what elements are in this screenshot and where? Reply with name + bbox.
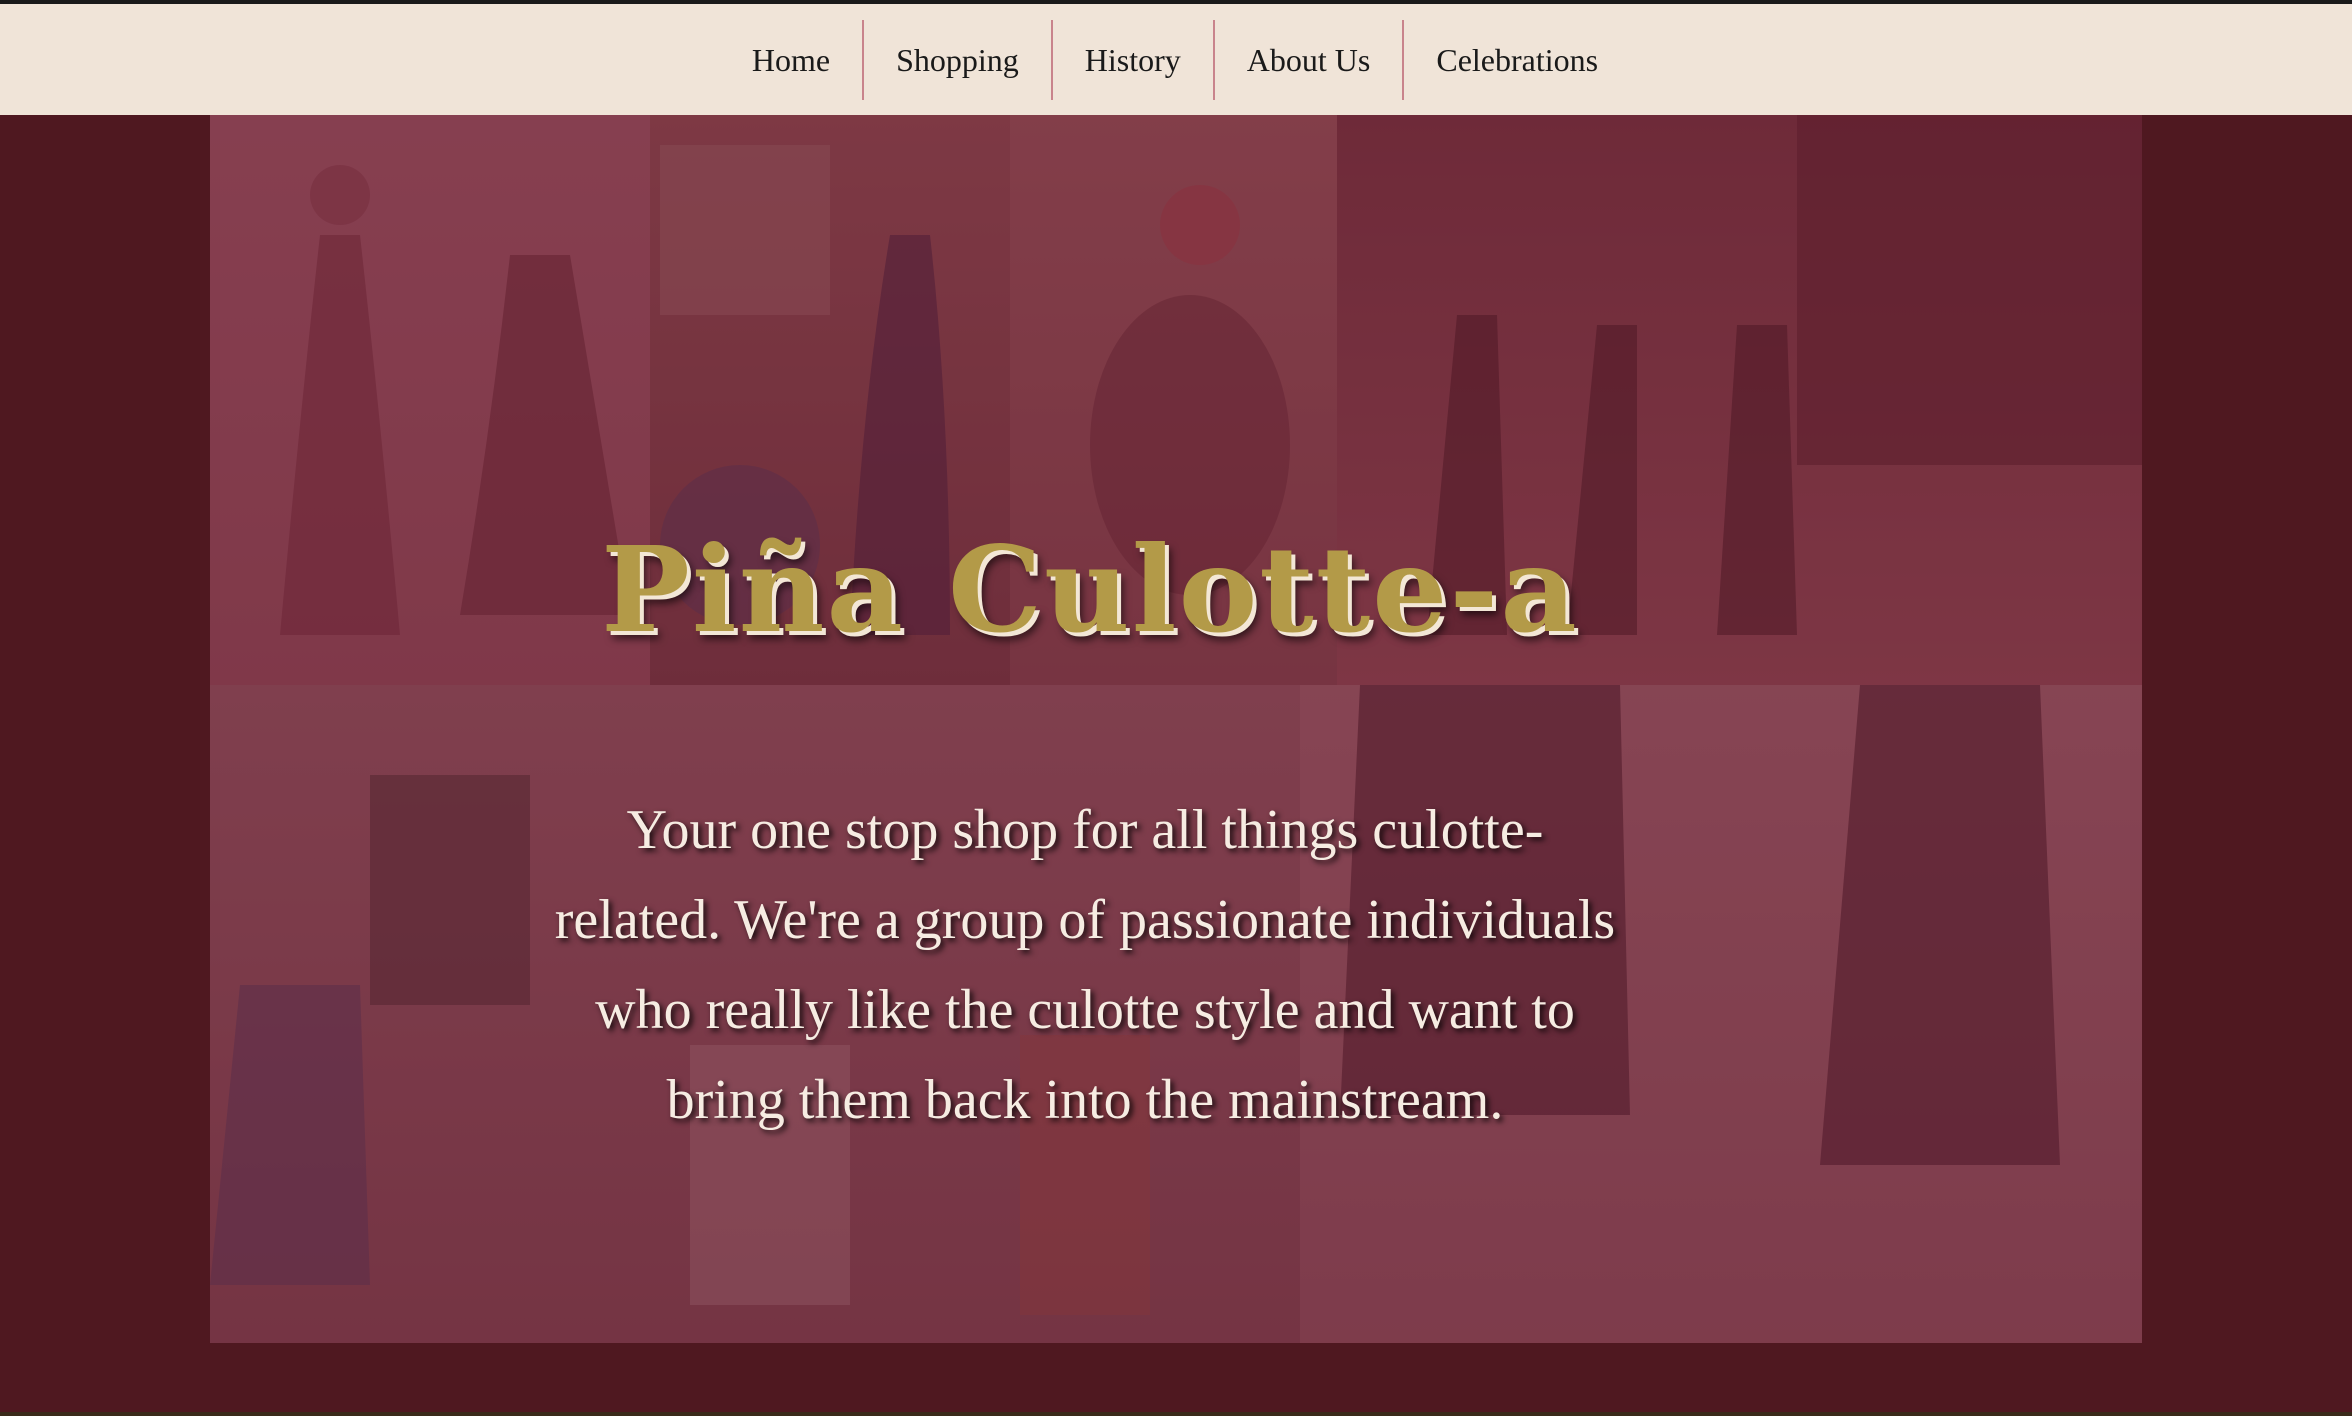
bottom-border (0, 1412, 2352, 1416)
nav-list: Home Shopping History About Us Celebrati… (720, 19, 1630, 100)
nav-item-about-us[interactable]: About Us (1215, 20, 1403, 100)
site-title: Piña Culotte-a (601, 520, 1579, 659)
nav-item-home[interactable]: Home (720, 20, 862, 100)
nav-item-history[interactable]: History (1053, 20, 1213, 100)
top-navigation-bar: Home Shopping History About Us Celebrati… (0, 4, 2352, 115)
hero-description: Your one stop shop for all things culott… (554, 799, 1616, 1131)
nav-item-shopping[interactable]: Shopping (864, 20, 1051, 100)
hero-section: Piña Culotte-a Your one stop shop for al… (210, 115, 2142, 1343)
nav-item-celebrations[interactable]: Celebrations (1404, 20, 1630, 100)
hero-tint-overlay (210, 115, 2142, 1343)
